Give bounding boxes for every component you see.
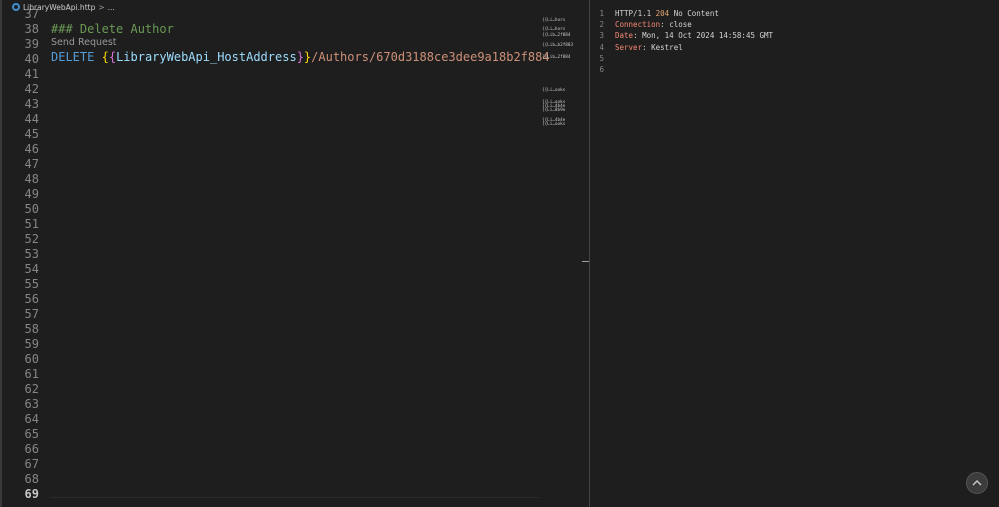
line-number: 69 — [24, 487, 39, 501]
send-request-codelens[interactable]: Send Request — [51, 37, 117, 48]
line-number: 65 — [24, 427, 39, 441]
header-separator: : — [642, 42, 652, 52]
minimap-line: {{Lib…2f884 — [542, 55, 571, 60]
line-number: 62 — [24, 382, 39, 396]
line-number: 56 — [24, 292, 39, 306]
line-number: 42 — [24, 82, 39, 96]
scroll-to-top-button[interactable] — [966, 472, 988, 494]
brace-open-outer: { — [101, 50, 109, 64]
minimap-line: {{Li…hors — [542, 18, 566, 23]
scrollbar-position-marker — [582, 261, 589, 262]
code-comment-line[interactable]: ### Delete Author — [51, 22, 174, 37]
line-number: 37 — [24, 7, 39, 21]
line-number: 61 — [24, 367, 39, 381]
line-number: 53 — [24, 247, 39, 261]
minimap-line: {{Li…ooks — [542, 122, 566, 127]
line-number: 55 — [24, 277, 39, 291]
line-number: 43 — [24, 97, 39, 111]
response-line-number: 5 — [599, 53, 604, 63]
line-number: 44 — [24, 112, 39, 126]
line-number: 68 — [24, 472, 39, 486]
response-header-line[interactable]: Connection: close — [615, 19, 692, 30]
status-code: 204 — [655, 9, 670, 18]
line-number: 47 — [24, 157, 39, 171]
request-path: /Authors/670d3188ce3dee9a18b2f884 — [311, 50, 550, 64]
line-number: 59 — [24, 337, 39, 351]
line-number: 58 — [24, 322, 39, 336]
line-number: 51 — [24, 217, 39, 231]
header-key: Connection — [615, 20, 661, 30]
line-number: 46 — [24, 142, 39, 156]
editor-vertical-scrollbar[interactable] — [582, 0, 589, 507]
request-line[interactable]: DELETE {{LibraryWebApi_HostAddress}}/Aut… — [51, 50, 550, 65]
minimap-line: {{Li…ooks — [542, 88, 566, 93]
line-number: 52 — [24, 232, 39, 246]
header-value: close — [669, 20, 692, 30]
line-number: 67 — [24, 457, 39, 471]
response-status-line[interactable]: HTTP/1.1 204 No Content — [615, 8, 719, 19]
host-variable: LibraryWebApi_HostAddress — [116, 50, 297, 64]
response-header-line[interactable]: Server: Kestrel — [615, 42, 683, 53]
line-number: 64 — [24, 412, 39, 426]
line-number: 54 — [24, 262, 39, 276]
line-number: 41 — [24, 67, 39, 81]
response-line-number: 4 — [599, 42, 604, 52]
line-number: 57 — [24, 307, 39, 321]
line-number: 39 — [24, 37, 39, 51]
line-number: 40 — [24, 52, 39, 66]
minimap-line: {{Li…8b9e — [542, 108, 566, 113]
current-line-highlight — [51, 497, 539, 498]
line-number: 50 — [24, 202, 39, 216]
response-line-number: 3 — [599, 31, 604, 41]
status-protocol: HTTP/1.1 — [615, 9, 656, 18]
line-number: 48 — [24, 172, 39, 186]
line-number: 45 — [24, 127, 39, 141]
header-key: Server — [615, 42, 643, 52]
response-line-number: 6 — [599, 65, 604, 74]
response-panel[interactable]: 1 2345 6 HTTP/1.1 204 No Content Connectio… — [590, 0, 999, 507]
minimap[interactable]: {{Li…hors {{Li…hors {{Lib…2f884 {{Lib…b2f88… — [541, 14, 583, 134]
brace-close-inner: } — [296, 50, 304, 64]
line-number: 63 — [24, 397, 39, 411]
chevron-up-icon — [972, 480, 982, 486]
minimap-line: {{Li…hors — [542, 27, 566, 32]
response-line-number: 2 — [599, 20, 604, 30]
request-method: DELETE — [51, 50, 95, 64]
line-number-gutter: 37 38 39 40 41 42 43 44 45 46 47 48 49 50 51 52 53 54 55 56… — [2, 0, 44, 507]
response-line-number: 1 — [599, 9, 604, 18]
minimap-line: {{Lib…b2f883 — [542, 43, 574, 48]
header-key: Date — [615, 31, 634, 41]
line-number: 60 — [24, 352, 39, 366]
header-separator: : — [660, 20, 670, 30]
header-separator: : — [633, 31, 643, 41]
editor-group-left: LibraryWebApi.http > ... 37 38 39 40 41 42 43 4… — [0, 0, 589, 507]
brace-open-inner: { — [108, 50, 117, 64]
code-editor[interactable]: ### Delete Author Send Request DELETE {{… — [51, 0, 550, 507]
header-value: Mon, 14 Oct 2024 14:58:45 GMT — [642, 31, 774, 41]
status-text: No Content — [669, 9, 719, 18]
line-number: 66 — [24, 442, 39, 456]
minimap-line: {{Lib…2f884 — [542, 33, 571, 38]
line-number: 49 — [24, 187, 39, 201]
header-value: Kestrel — [651, 42, 683, 52]
response-header-line[interactable]: Date: Mon, 14 Oct 2024 14:58:45 GMT — [615, 30, 773, 41]
line-number: 38 — [24, 22, 39, 36]
